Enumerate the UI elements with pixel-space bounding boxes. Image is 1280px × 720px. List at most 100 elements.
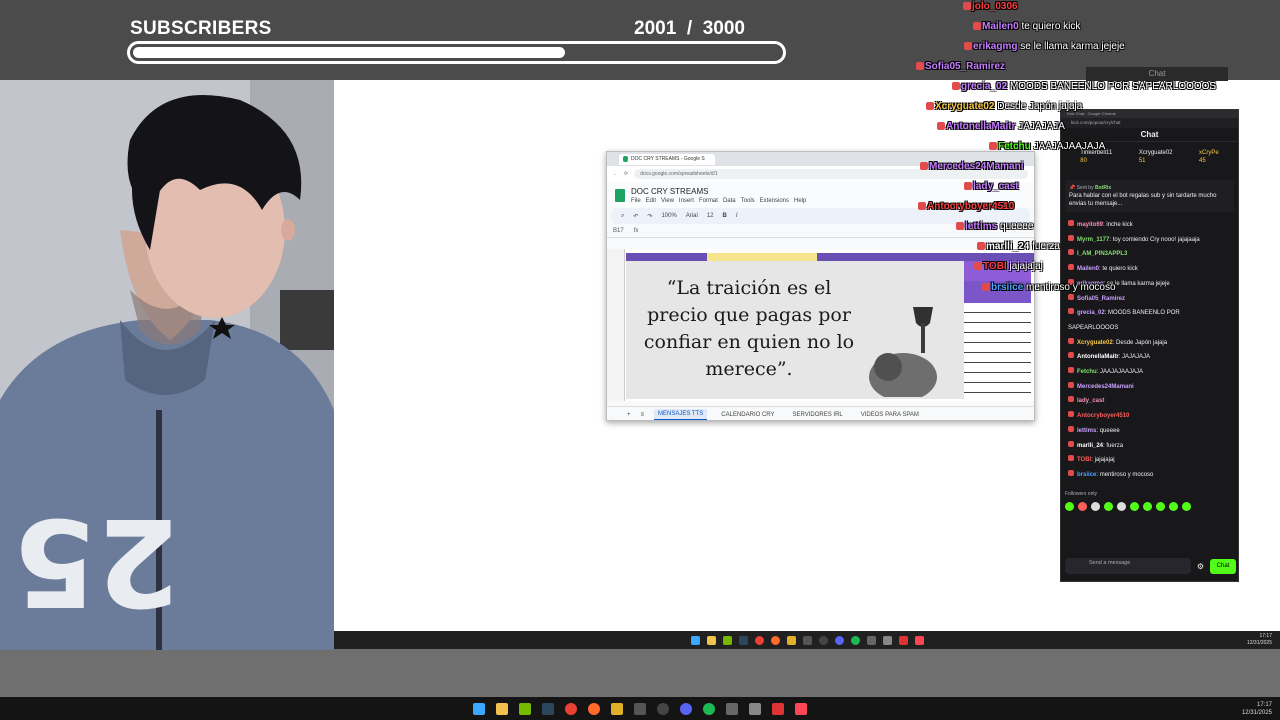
chat-send-button[interactable]: Chat — [1210, 558, 1236, 574]
tab-servidores-irl[interactable]: SERVIDORES IRL — [789, 410, 847, 420]
emote-icon[interactable] — [1130, 501, 1139, 511]
app-icon[interactable] — [898, 635, 908, 645]
chat-message[interactable]: grecia_02: MOODS BANEENLO POR — [1068, 306, 1231, 321]
discord-icon[interactable] — [680, 702, 692, 715]
chat-message[interactable]: Mercedes24Mamani — [1068, 380, 1231, 395]
browser-icon[interactable] — [770, 635, 780, 645]
menu-help[interactable]: Help — [794, 198, 806, 204]
chat-message[interactable]: Fetchu: JAAJAJAAJAJA — [1068, 365, 1231, 380]
emote-icon[interactable] — [1117, 501, 1126, 511]
cell-reference[interactable]: B17 — [613, 228, 624, 234]
chat-username[interactable]: grecia_02 — [1077, 310, 1105, 316]
steam-icon[interactable] — [738, 635, 748, 645]
font-select[interactable]: Arial — [686, 213, 698, 219]
chat-username[interactable]: mayito69 — [1077, 222, 1103, 228]
emote-icon[interactable] — [1169, 501, 1178, 511]
undo-icon[interactable]: ↶ — [633, 213, 638, 220]
steam-icon[interactable] — [542, 702, 554, 715]
windows-start-icon[interactable] — [473, 702, 485, 715]
emote-icon[interactable] — [1182, 501, 1191, 511]
app-icon[interactable] — [772, 702, 784, 715]
app-icon[interactable] — [634, 702, 646, 715]
chat-message[interactable]: TOBI: jajajajaj — [1068, 453, 1231, 468]
chat-username[interactable]: lady_cast — [1077, 398, 1104, 404]
chat-username[interactable]: TOBI — [1077, 457, 1091, 463]
file-explorer-icon[interactable] — [706, 635, 716, 645]
menu-format[interactable]: Format — [699, 198, 718, 204]
nvidia-icon[interactable] — [722, 635, 732, 645]
chat-input[interactable]: Send a message — [1065, 558, 1191, 574]
app-icon[interactable] — [866, 635, 876, 645]
emote-icon[interactable] — [1078, 501, 1087, 511]
chat-username[interactable]: lettims — [1077, 428, 1096, 434]
italic-icon[interactable]: I — [736, 213, 738, 219]
menu-file[interactable]: File — [631, 198, 641, 204]
chat-window-address[interactable]: kick.com/popout/cry/chat — [1061, 118, 1238, 128]
all-sheets-icon[interactable]: ≡ — [641, 412, 645, 418]
valorant-icon[interactable] — [795, 702, 807, 715]
emote-icon[interactable] — [1091, 501, 1100, 511]
app-icon[interactable] — [611, 702, 623, 715]
menu-view[interactable]: View — [661, 198, 674, 204]
chat-message[interactable]: lady_cast — [1068, 394, 1231, 409]
emote-icon[interactable] — [1156, 501, 1165, 511]
tab-videos-para-spam[interactable]: VIDEOS PARA SPAM — [857, 410, 923, 420]
zoom-select[interactable]: 100% — [661, 213, 676, 219]
doc-title[interactable]: DOC CRY STREAMS — [631, 187, 806, 196]
nvidia-icon[interactable] — [519, 702, 531, 715]
app-icon[interactable] — [786, 635, 796, 645]
chat-username[interactable]: Fetchu — [1077, 369, 1097, 375]
tab-calendario-cry[interactable]: CALENDARIO CRY — [717, 410, 778, 420]
obs-icon[interactable] — [818, 635, 828, 645]
settings-icon[interactable]: ⚙ — [1197, 562, 1204, 571]
chat-message[interactable]: AntonellaMaitr: JAJAJAJA — [1068, 350, 1231, 365]
spotify-icon[interactable] — [703, 702, 715, 715]
reload-icon[interactable]: ⟳ — [624, 171, 628, 177]
back-arrow-icon[interactable]: ← — [613, 171, 618, 177]
file-explorer-icon[interactable] — [496, 702, 508, 715]
chat-username[interactable]: Sofia05_Ramirez — [1077, 296, 1125, 302]
bold-icon[interactable]: B — [723, 213, 727, 219]
sheet-grid[interactable]: “La traición es el precio que pagas por … — [607, 249, 1034, 401]
font-size-field[interactable]: 12 — [707, 213, 714, 219]
browser-tab[interactable]: DOC CRY STREAMS - Google S — [619, 153, 715, 165]
chat-username[interactable]: marlli_24 — [1077, 443, 1103, 449]
discord-icon[interactable] — [834, 635, 844, 645]
tab-mensajes-tts[interactable]: MENSAJES TTS — [654, 408, 708, 420]
pinned-message[interactable]: 📌 Sent by BotRix Para hablar con el bot … — [1065, 180, 1234, 212]
system-tray-clock[interactable]: 17:17 12/31/2025 — [1242, 701, 1272, 717]
system-tray-clock[interactable]: 17:17 12/31/2025 — [1247, 633, 1272, 647]
chat-username[interactable]: Mailen0 — [1077, 266, 1099, 272]
chat-message[interactable]: I_AM_PIN3APPL3 — [1068, 247, 1231, 262]
chat-username[interactable]: Antocryboyer4510 — [1077, 413, 1129, 419]
menu-extensions[interactable]: Extensions — [760, 198, 789, 204]
menu-tools[interactable]: Tools — [741, 198, 755, 204]
chat-username[interactable]: Myrm_1177 — [1077, 237, 1109, 243]
redo-icon[interactable]: ↷ — [647, 213, 652, 220]
menu-insert[interactable]: Insert — [679, 198, 694, 204]
chrome-icon[interactable] — [754, 635, 764, 645]
search-icon[interactable]: ⌕ — [621, 213, 624, 220]
app-icon[interactable] — [749, 702, 761, 715]
valorant-icon[interactable] — [914, 635, 924, 645]
emote-icon[interactable] — [1065, 501, 1074, 511]
windows-start-icon[interactable] — [690, 635, 700, 645]
chrome-icon[interactable] — [565, 702, 577, 715]
chat-message[interactable]: brsiice: mentiroso y mocoso — [1068, 468, 1231, 483]
chat-username[interactable]: AntonellaMaitr — [1077, 354, 1119, 360]
chat-message[interactable]: marlli_24: fuerza — [1068, 439, 1231, 454]
chat-message[interactable]: Myrm_1177: toy comiendo Cry nooo! jajaja… — [1068, 233, 1231, 248]
browser-icon[interactable] — [588, 702, 600, 715]
chat-username[interactable]: brsiice — [1077, 472, 1096, 478]
app-icon[interactable] — [726, 702, 738, 715]
chat-message-list[interactable]: mayito69: inche kick Myrm_1177: toy comie… — [1061, 218, 1238, 483]
chat-message[interactable]: Sofia05_Ramirez — [1068, 292, 1231, 307]
chat-message[interactable]: SAPEARLOOOOS — [1068, 321, 1231, 336]
chat-message[interactable]: lettims: queeee — [1068, 424, 1231, 439]
spotify-icon[interactable] — [850, 635, 860, 645]
chat-message[interactable]: Antocryboyer4510 — [1068, 409, 1231, 424]
emote-icon[interactable] — [1104, 501, 1113, 511]
menu-data[interactable]: Data — [723, 198, 736, 204]
chat-message[interactable]: Xcryguate02: Desde Japón jajaja — [1068, 336, 1231, 351]
app-icon[interactable] — [802, 635, 812, 645]
